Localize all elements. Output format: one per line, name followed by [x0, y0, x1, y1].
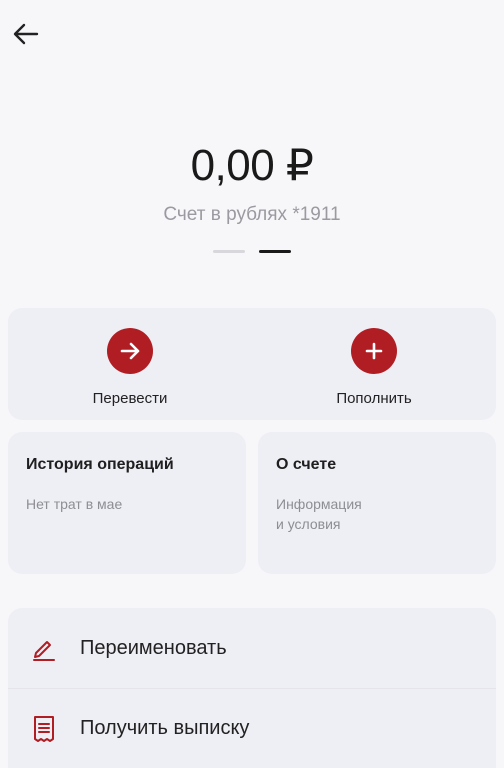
- account-balance: 0,00 ₽: [190, 141, 314, 190]
- about-account-subtitle: Информация и условия: [276, 496, 362, 532]
- rename-row[interactable]: Переименовать: [8, 608, 496, 688]
- pager-dot-active[interactable]: [259, 250, 291, 253]
- pager-dot[interactable]: [213, 250, 245, 253]
- history-title: История операций: [26, 456, 174, 473]
- arrow-right-icon: [120, 342, 140, 360]
- about-account-title: О счете: [276, 456, 337, 473]
- account-subtitle: Счет в рублях *1911: [163, 204, 341, 225]
- top-up-button[interactable]: Пополнить: [252, 308, 496, 420]
- plus-icon: [365, 342, 383, 360]
- transfer-label: Перевести: [92, 390, 168, 407]
- transfer-button[interactable]: Перевести: [8, 308, 252, 420]
- quick-actions-card: Перевести Пополнить: [8, 308, 496, 420]
- arrow-left-icon: [13, 23, 39, 45]
- rename-label: Переименовать: [80, 636, 227, 659]
- account-pager: [0, 250, 504, 253]
- history-subtitle: Нет трат в мае: [26, 496, 123, 512]
- back-button[interactable]: [10, 18, 42, 50]
- top-up-icon-circle: [351, 328, 397, 374]
- get-statement-row[interactable]: Получить выписку: [8, 688, 496, 768]
- about-account-card[interactable]: О счете Информация и условия: [258, 432, 496, 574]
- transfer-icon-circle: [107, 328, 153, 374]
- receipt-icon: [30, 715, 58, 743]
- top-up-label: Пополнить: [336, 390, 412, 407]
- get-statement-label: Получить выписку: [80, 717, 250, 739]
- pencil-icon: [30, 634, 58, 662]
- history-card[interactable]: История операций Нет трат в мае: [8, 432, 246, 574]
